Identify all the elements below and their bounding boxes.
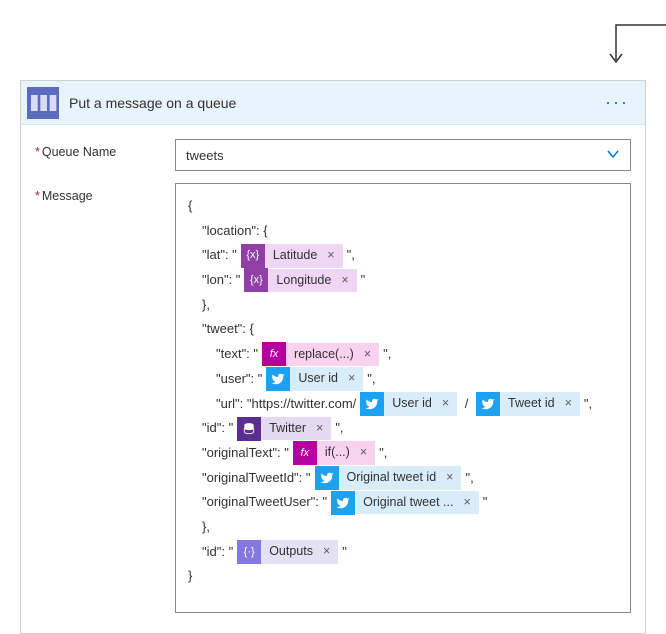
action-card: Put a message on a queue ··· *Queue Name… — [20, 80, 646, 634]
queue-name-select[interactable]: tweets — [175, 139, 631, 171]
close-icon[interactable]: × — [321, 540, 338, 564]
queue-icon — [27, 87, 59, 119]
card-title: Put a message on a queue — [69, 95, 601, 111]
close-icon[interactable]: × — [325, 244, 342, 268]
close-icon[interactable]: × — [314, 417, 331, 441]
close-icon[interactable]: × — [563, 392, 580, 416]
twitter-icon — [476, 392, 500, 416]
fx-icon: fx — [262, 342, 286, 366]
variable-icon: {x} — [241, 244, 265, 268]
twitter-icon — [331, 491, 355, 515]
queue-name-label: *Queue Name — [35, 139, 175, 159]
token-user-id[interactable]: User id× — [266, 367, 363, 391]
close-icon[interactable]: × — [461, 491, 478, 515]
close-icon[interactable]: × — [362, 343, 379, 367]
outputs-icon: {·} — [237, 540, 261, 564]
token-outputs[interactable]: {·}Outputs× — [237, 540, 338, 564]
token-twitter[interactable]: Twitter× — [237, 417, 331, 441]
token-if-expr[interactable]: fxif(...)× — [293, 441, 375, 465]
token-latitude[interactable]: {x}Latitude× — [241, 244, 343, 268]
connector-arrow — [306, 10, 666, 70]
token-user-id-url[interactable]: User id× — [360, 392, 457, 416]
close-icon[interactable]: × — [444, 466, 461, 490]
variable-icon: {x} — [244, 268, 268, 292]
card-header[interactable]: Put a message on a queue ··· — [21, 81, 645, 125]
database-icon — [237, 417, 261, 441]
token-longitude[interactable]: {x}Longitude× — [244, 268, 356, 292]
card-menu-button[interactable]: ··· — [601, 88, 633, 117]
message-input[interactable]: { "location": { "lat": " {x}Latitude× ",… — [175, 183, 631, 613]
close-icon[interactable]: × — [346, 367, 363, 391]
queue-name-value: tweets — [186, 148, 606, 163]
token-original-tweet-user[interactable]: Original tweet ...× — [331, 491, 479, 515]
twitter-icon — [360, 392, 384, 416]
token-replace-expr[interactable]: fxreplace(...)× — [262, 342, 379, 366]
close-icon[interactable]: × — [339, 269, 356, 293]
close-icon[interactable]: × — [358, 441, 375, 465]
token-tweet-id[interactable]: Tweet id× — [476, 392, 580, 416]
card-body: *Queue Name tweets *Message { "location"… — [21, 125, 645, 633]
token-original-tweet-id[interactable]: Original tweet id× — [315, 466, 462, 490]
message-label: *Message — [35, 183, 175, 203]
fx-icon: fx — [293, 441, 317, 465]
close-icon[interactable]: × — [440, 392, 457, 416]
twitter-icon — [266, 367, 290, 391]
chevron-down-icon — [606, 147, 620, 164]
twitter-icon — [315, 466, 339, 490]
